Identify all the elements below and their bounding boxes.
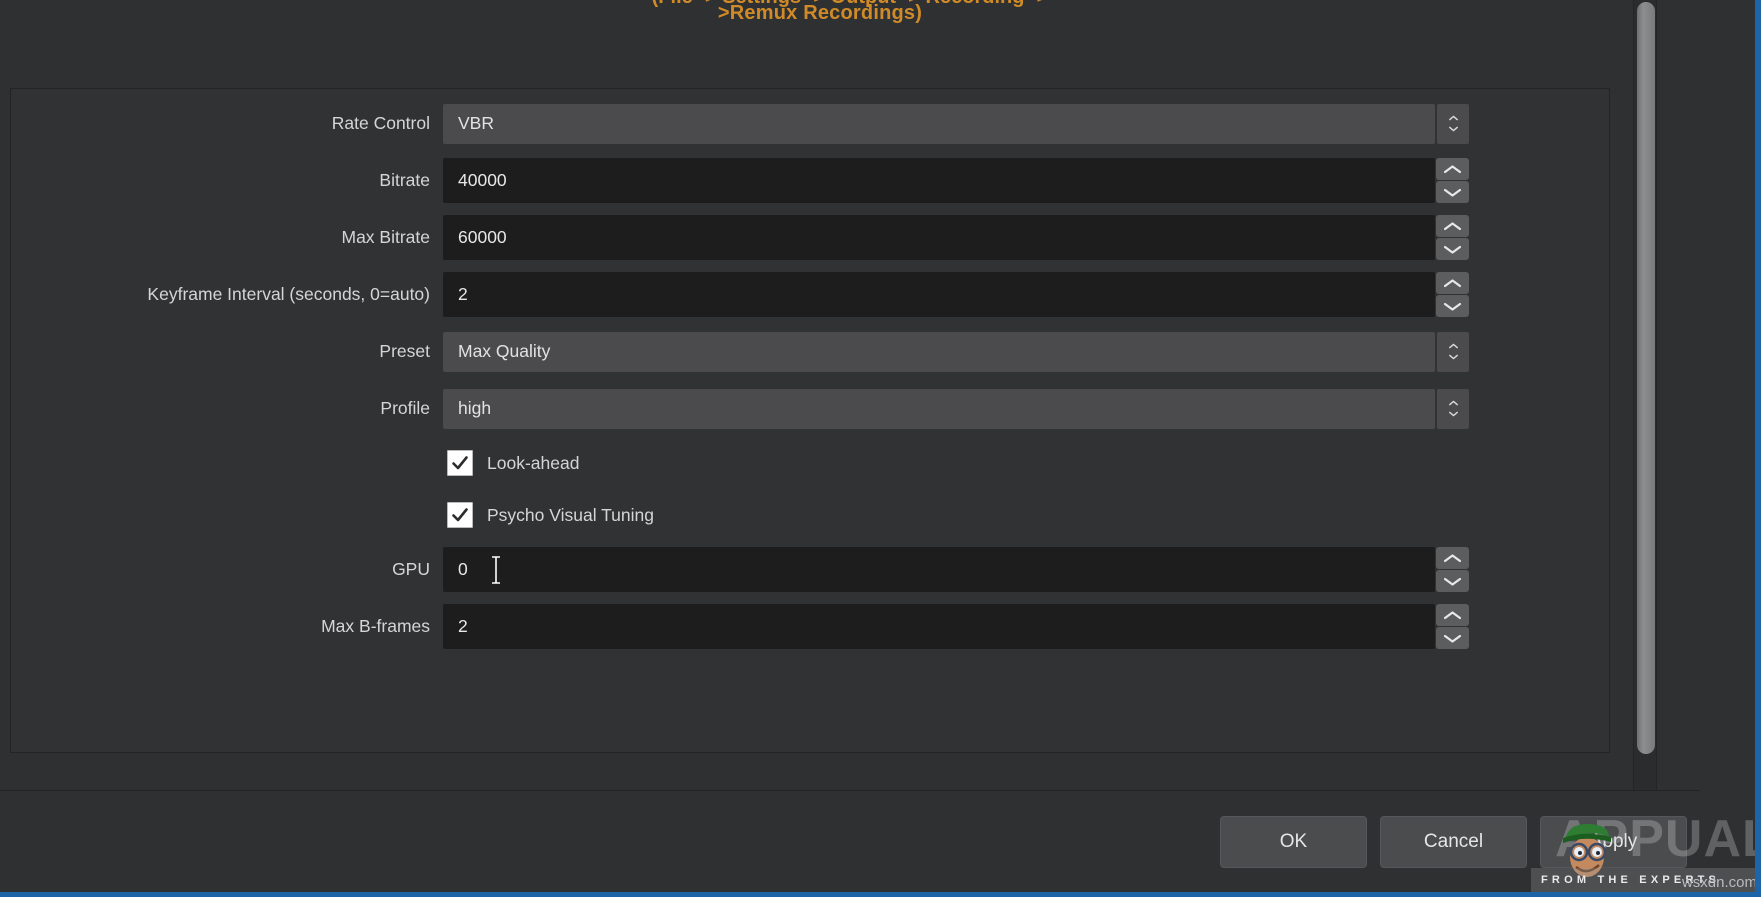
spin-buttons-max-b-frames[interactable] bbox=[1436, 604, 1469, 649]
form-row-profile: Profile high bbox=[11, 386, 1609, 431]
row-label-profile: Profile bbox=[380, 397, 430, 418]
settings-vertical-scrollbar[interactable] bbox=[1633, 0, 1657, 790]
spinbox-bitrate[interactable]: 40000 bbox=[443, 158, 1435, 203]
row-label-max-b-frames: Max B-frames bbox=[321, 615, 430, 636]
chevron-down-icon bbox=[1443, 245, 1462, 254]
chevron-up-icon bbox=[1443, 610, 1462, 619]
dialog-button-bar: OK Cancel Apply bbox=[0, 791, 1700, 892]
spinbox-keyframe-interval[interactable]: 2 bbox=[443, 272, 1435, 317]
form-row-preset: Preset Max Quality bbox=[11, 329, 1609, 374]
chevron-down-icon bbox=[1448, 354, 1458, 360]
form-row-gpu: GPU 0 bbox=[11, 547, 1609, 592]
chevron-down-icon bbox=[1443, 634, 1462, 643]
combo-arrows-profile[interactable] bbox=[1437, 388, 1469, 429]
row-label-keyframe-interval: Keyframe Interval (seconds, 0=auto) bbox=[147, 283, 430, 304]
row-label-preset: Preset bbox=[379, 340, 430, 361]
chevron-down-icon bbox=[1443, 188, 1462, 197]
field-wrap-profile: high bbox=[443, 386, 1469, 431]
cancel-button[interactable]: Cancel bbox=[1380, 815, 1527, 868]
chevron-up-icon bbox=[1443, 164, 1462, 173]
text-cursor-icon bbox=[492, 555, 500, 584]
row-label-bitrate: Bitrate bbox=[379, 169, 430, 190]
combo-rate-control[interactable]: VBR bbox=[443, 103, 1435, 144]
form-row-psycho-visual-tuning: Psycho Visual Tuning bbox=[11, 495, 1609, 535]
spin-down-bitrate[interactable] bbox=[1436, 181, 1469, 203]
checkbox-box-look-ahead[interactable] bbox=[447, 450, 473, 476]
help-text-line: >Remux Recordings) bbox=[717, 2, 923, 24]
combo-arrows-rate-control[interactable] bbox=[1437, 103, 1469, 144]
spin-buttons-keyframe-interval[interactable] bbox=[1436, 272, 1469, 317]
chevron-down-icon bbox=[1448, 411, 1458, 417]
window-focus-border-bottom bbox=[0, 892, 1761, 897]
spinbox-max-bitrate[interactable]: 60000 bbox=[443, 215, 1435, 260]
encoder-form: Rate Control VBR Bitrate 40000 Max Bitrate 60… bbox=[11, 101, 1609, 661]
form-row-max-b-frames: Max B-frames 2 bbox=[11, 604, 1609, 649]
check-icon bbox=[452, 456, 468, 470]
chevron-up-icon bbox=[1448, 115, 1458, 121]
ok-button[interactable]: OK bbox=[1220, 815, 1367, 868]
spinbox-max-b-frames[interactable]: 2 bbox=[443, 604, 1435, 649]
checkbox-box-psycho-visual-tuning[interactable] bbox=[447, 502, 473, 528]
combo-value-rate-control: VBR bbox=[458, 113, 494, 133]
combo-value-preset: Max Quality bbox=[458, 341, 551, 361]
spinbox-value-max-bitrate: 60000 bbox=[458, 227, 507, 247]
field-wrap-keyframe-interval: 2 bbox=[443, 272, 1469, 317]
apply-button[interactable]: Apply bbox=[1540, 815, 1687, 868]
chevron-down-icon bbox=[1443, 577, 1462, 586]
spinbox-value-keyframe-interval: 2 bbox=[458, 284, 468, 304]
combo-preset[interactable]: Max Quality bbox=[443, 331, 1435, 372]
field-wrap-preset: Max Quality bbox=[443, 329, 1469, 374]
spin-up-max-b-frames[interactable] bbox=[1436, 604, 1469, 626]
spin-down-max-bitrate[interactable] bbox=[1436, 238, 1469, 260]
chevron-up-icon bbox=[1443, 221, 1462, 230]
chevron-up-icon bbox=[1443, 278, 1462, 287]
field-wrap-max-bitrate: 60000 bbox=[443, 215, 1469, 260]
form-row-max-bitrate: Max Bitrate 60000 bbox=[11, 215, 1609, 260]
row-label-gpu: GPU bbox=[392, 558, 430, 579]
chevron-up-icon bbox=[1448, 400, 1458, 406]
spin-buttons-max-bitrate[interactable] bbox=[1436, 215, 1469, 260]
combo-value-profile: high bbox=[458, 398, 492, 418]
row-label-rate-control: Rate Control bbox=[331, 112, 430, 133]
field-wrap-gpu: 0 bbox=[443, 547, 1469, 592]
window-focus-border-right bbox=[1755, 0, 1761, 897]
row-label-max-bitrate: Max Bitrate bbox=[341, 226, 431, 247]
form-row-bitrate: Bitrate 40000 bbox=[11, 158, 1609, 203]
spinbox-value-max-b-frames: 2 bbox=[458, 616, 468, 636]
checkbox-label-psycho-visual-tuning: Psycho Visual Tuning bbox=[487, 504, 655, 525]
spin-buttons-bitrate[interactable] bbox=[1436, 158, 1469, 203]
field-wrap-max-b-frames: 2 bbox=[443, 604, 1469, 649]
spin-up-max-bitrate[interactable] bbox=[1436, 215, 1469, 237]
settings-scroll-pane: (File -> Settings -> Output -> Recording… bbox=[0, 0, 1700, 790]
spin-up-bitrate[interactable] bbox=[1436, 158, 1469, 180]
spin-down-max-b-frames[interactable] bbox=[1436, 627, 1469, 649]
checkbox-label-look-ahead: Look-ahead bbox=[487, 452, 580, 473]
chevron-down-icon bbox=[1448, 126, 1458, 132]
chevron-up-icon bbox=[1448, 343, 1458, 349]
spin-up-keyframe-interval[interactable] bbox=[1436, 272, 1469, 294]
form-row-rate-control: Rate Control VBR bbox=[11, 101, 1609, 146]
spinbox-value-gpu: 0 bbox=[458, 559, 468, 579]
field-wrap-bitrate: 40000 bbox=[443, 158, 1469, 203]
check-icon bbox=[452, 508, 468, 522]
encoder-settings-groupbox: Rate Control VBR Bitrate 40000 Max Bitrate 60… bbox=[10, 88, 1610, 753]
combo-arrows-preset[interactable] bbox=[1437, 331, 1469, 372]
scrollbar-thumb[interactable] bbox=[1637, 2, 1655, 754]
obs-settings-window: (File -> Settings -> Output -> Recording… bbox=[0, 0, 1761, 897]
spin-down-keyframe-interval[interactable] bbox=[1436, 295, 1469, 317]
chevron-up-icon bbox=[1443, 553, 1462, 562]
form-row-keyframe-interval: Keyframe Interval (seconds, 0=auto) 2 bbox=[11, 272, 1609, 317]
chevron-down-icon bbox=[1443, 302, 1462, 311]
spinbox-value-bitrate: 40000 bbox=[458, 170, 507, 190]
checkbox-psycho-visual-tuning[interactable]: Psycho Visual Tuning bbox=[443, 502, 1469, 528]
spin-down-gpu[interactable] bbox=[1436, 570, 1469, 592]
form-row-look-ahead: Look-ahead bbox=[11, 443, 1609, 483]
checkbox-look-ahead[interactable]: Look-ahead bbox=[443, 450, 1469, 476]
spin-buttons-gpu[interactable] bbox=[1436, 547, 1469, 592]
field-wrap-rate-control: VBR bbox=[443, 101, 1469, 146]
spin-up-gpu[interactable] bbox=[1436, 547, 1469, 569]
spinbox-gpu[interactable]: 0 bbox=[443, 547, 1435, 592]
combo-profile[interactable]: high bbox=[443, 388, 1435, 429]
